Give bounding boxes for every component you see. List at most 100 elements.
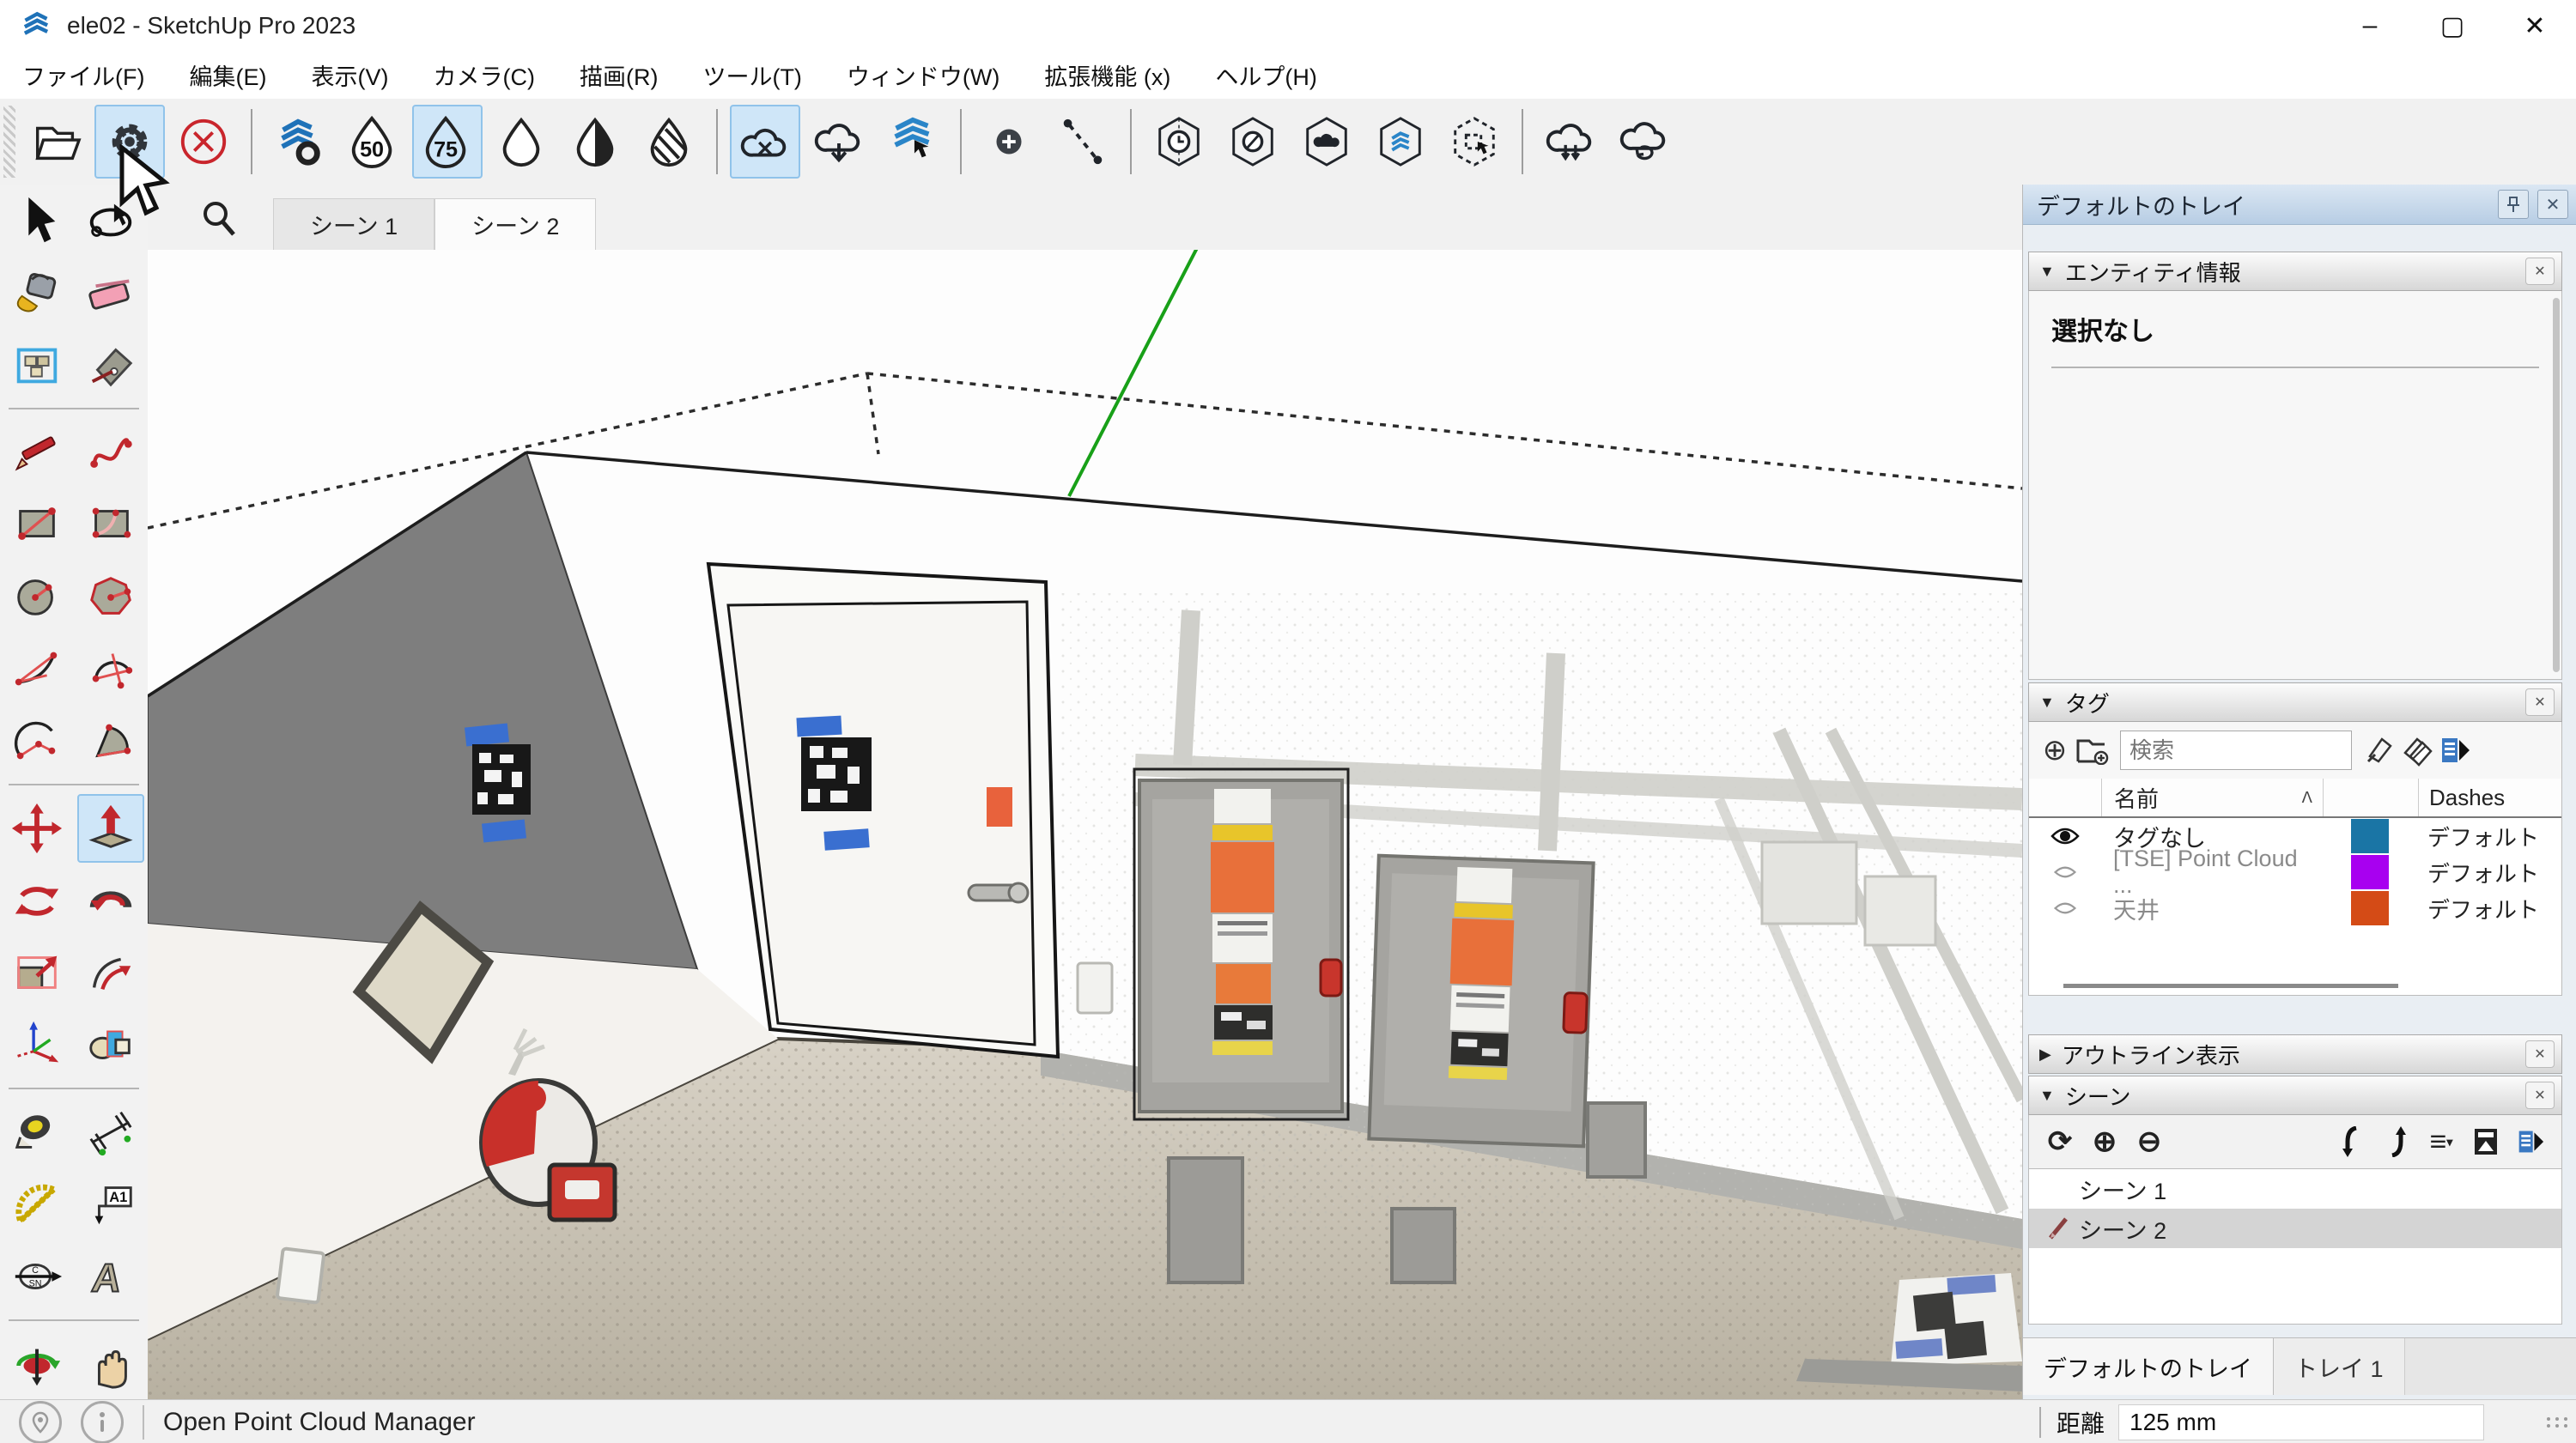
add-scene-icon[interactable]: ⊕ (2082, 1125, 2127, 1159)
snapshot-cloud-button[interactable] (1291, 105, 1362, 179)
paint-bucket-tool[interactable] (3, 258, 70, 327)
two-point-arc-tool[interactable] (77, 634, 144, 703)
search-icon[interactable] (199, 198, 239, 238)
update-scene-icon[interactable]: ⟳ (2038, 1125, 2082, 1159)
menu-file[interactable]: ファイル(F) (0, 58, 167, 92)
tray-pin-icon[interactable] (2498, 190, 2529, 219)
add-point-button[interactable] (974, 105, 1044, 179)
move-tool[interactable] (3, 794, 70, 863)
visibility-eye-icon[interactable] (2050, 826, 2080, 846)
tag-dashes-value[interactable]: デフォルト (2417, 890, 2561, 926)
open-button[interactable] (21, 105, 91, 179)
scene-item-1[interactable]: シーン 1 (2029, 1169, 2561, 1209)
tray-tab-1[interactable]: トレイ 1 (2274, 1338, 2405, 1395)
tab-scene-2[interactable]: シーン 2 (434, 198, 596, 250)
snapshot-history-button[interactable] (1144, 105, 1214, 179)
tags-close-icon[interactable]: ✕ (2525, 688, 2555, 716)
snapshot-model-button[interactable] (1365, 105, 1436, 179)
visibility-eye-off-icon[interactable] (2052, 899, 2078, 918)
menu-extensions[interactable]: 拡張機能 (x) (1022, 58, 1193, 92)
line-tool[interactable] (3, 418, 70, 487)
polygon-tool[interactable] (77, 562, 144, 631)
remove-scene-icon[interactable]: ⊖ (2127, 1125, 2172, 1159)
toolbar-drag-handle[interactable] (3, 106, 15, 178)
cloud-export-button[interactable] (1535, 105, 1606, 179)
snapshot-null-button[interactable] (1218, 105, 1288, 179)
close-button[interactable]: ✕ (2494, 0, 2576, 52)
dimension-tool[interactable] (77, 1098, 144, 1167)
density-empty-button[interactable] (486, 105, 556, 179)
tag-tool[interactable] (77, 330, 144, 399)
viewport-canvas[interactable] (148, 250, 2022, 1399)
col-dashes-header[interactable]: Dashes (2419, 779, 2561, 816)
move-scene-up-icon[interactable] (2374, 1126, 2419, 1157)
view-thumbnails-icon[interactable] (2464, 1127, 2508, 1156)
scene-item-2[interactable]: シーン 2 (2029, 1209, 2561, 1248)
tag-row-pointcloud[interactable]: [TSE] Point Cloud ... デフォルト (2029, 854, 2561, 890)
protractor-tool[interactable] (3, 1170, 70, 1239)
pointcloud-visibility-button[interactable] (264, 105, 335, 179)
minimize-button[interactable]: – (2329, 0, 2411, 52)
menu-tools[interactable]: ツール(T) (680, 58, 823, 92)
tray-close-icon[interactable]: ✕ (2537, 190, 2568, 219)
tag-dashes-value[interactable]: デフォルト (2417, 818, 2561, 854)
add-tag-folder-icon[interactable] (2074, 736, 2111, 765)
menu-edit[interactable]: 編集(E) (167, 58, 289, 92)
tag-dashes-value[interactable]: デフォルト (2417, 854, 2561, 890)
col-name-header[interactable]: 名前ᐱ (2102, 779, 2324, 816)
outliner-close-icon[interactable]: ✕ (2525, 1040, 2555, 1068)
scenes-close-icon[interactable]: ✕ (2525, 1082, 2555, 1109)
three-point-arc-tool[interactable] (3, 706, 70, 775)
cloud-hide-button[interactable] (730, 105, 800, 179)
purge-tag-icon[interactable] (2360, 734, 2398, 767)
push-pull-tool[interactable] (77, 794, 144, 863)
text-tool[interactable]: A1 (77, 1170, 144, 1239)
menu-draw[interactable]: 描画(R) (557, 58, 680, 92)
tags-stack-icon[interactable] (2398, 734, 2436, 767)
3d-text-tool[interactable]: A (77, 1242, 144, 1311)
density-75-button[interactable]: 75 (412, 105, 483, 179)
density-hatched-button[interactable] (634, 105, 704, 179)
cloud-download-button[interactable] (804, 105, 874, 179)
menu-window[interactable]: ウィンドウ(W) (824, 58, 1022, 92)
tab-scene-1[interactable]: シーン 1 (273, 198, 434, 250)
tape-measure-tool[interactable] (3, 1098, 70, 1167)
tag-color-swatch[interactable] (2351, 855, 2389, 889)
rectangle-tool[interactable] (3, 490, 70, 559)
freehand-tool[interactable] (77, 418, 144, 487)
move-scene-down-icon[interactable] (2330, 1126, 2374, 1157)
menu-camera[interactable]: カメラ(C) (410, 58, 556, 92)
view-list-icon[interactable]: ≡▾ (2419, 1125, 2464, 1159)
details-menu-icon[interactable] (2436, 735, 2474, 766)
menu-help[interactable]: ヘルプ(H) (1193, 58, 1339, 92)
snapshot-select-button[interactable] (1439, 105, 1510, 179)
rotate-tool[interactable] (3, 866, 70, 935)
credits-info-icon[interactable] (81, 1401, 124, 1443)
eraser-tool[interactable] (77, 258, 144, 327)
maximize-button[interactable]: ▢ (2411, 0, 2494, 52)
density-half-button[interactable] (560, 105, 630, 179)
rotated-rectangle-tool[interactable] (77, 490, 144, 559)
tag-row-ceiling[interactable]: 天井 デフォルト (2029, 890, 2561, 926)
tags-header[interactable]: ▼ タグ ✕ (2028, 682, 2562, 722)
pan-tool[interactable] (77, 1330, 144, 1398)
follow-me-tool[interactable] (77, 866, 144, 935)
circle-tool[interactable] (3, 562, 70, 631)
section-compass-tool[interactable]: CSN (3, 1242, 70, 1311)
scenes-header[interactable]: ▼ シーン ✕ (2028, 1076, 2562, 1115)
select-tool[interactable] (3, 186, 70, 255)
tag-search-input[interactable] (2121, 731, 2351, 769)
tag-color-swatch[interactable] (2351, 819, 2389, 853)
add-tag-icon[interactable]: ⊕ (2036, 733, 2074, 767)
scale-tool[interactable] (3, 938, 70, 1007)
visibility-eye-off-icon[interactable] (2052, 863, 2078, 882)
menu-view[interactable]: 表示(V) (289, 58, 410, 92)
solid-tools-tool[interactable] (77, 1010, 144, 1079)
arc-tool[interactable] (3, 634, 70, 703)
orbit-tool[interactable] (3, 1330, 70, 1398)
offset-tool[interactable] (77, 938, 144, 1007)
outliner-header[interactable]: ▶ アウトライン表示 ✕ (2028, 1034, 2562, 1074)
polyline-button[interactable] (1048, 105, 1118, 179)
details-menu-icon[interactable] (2508, 1128, 2553, 1155)
component-tool[interactable] (3, 330, 70, 399)
